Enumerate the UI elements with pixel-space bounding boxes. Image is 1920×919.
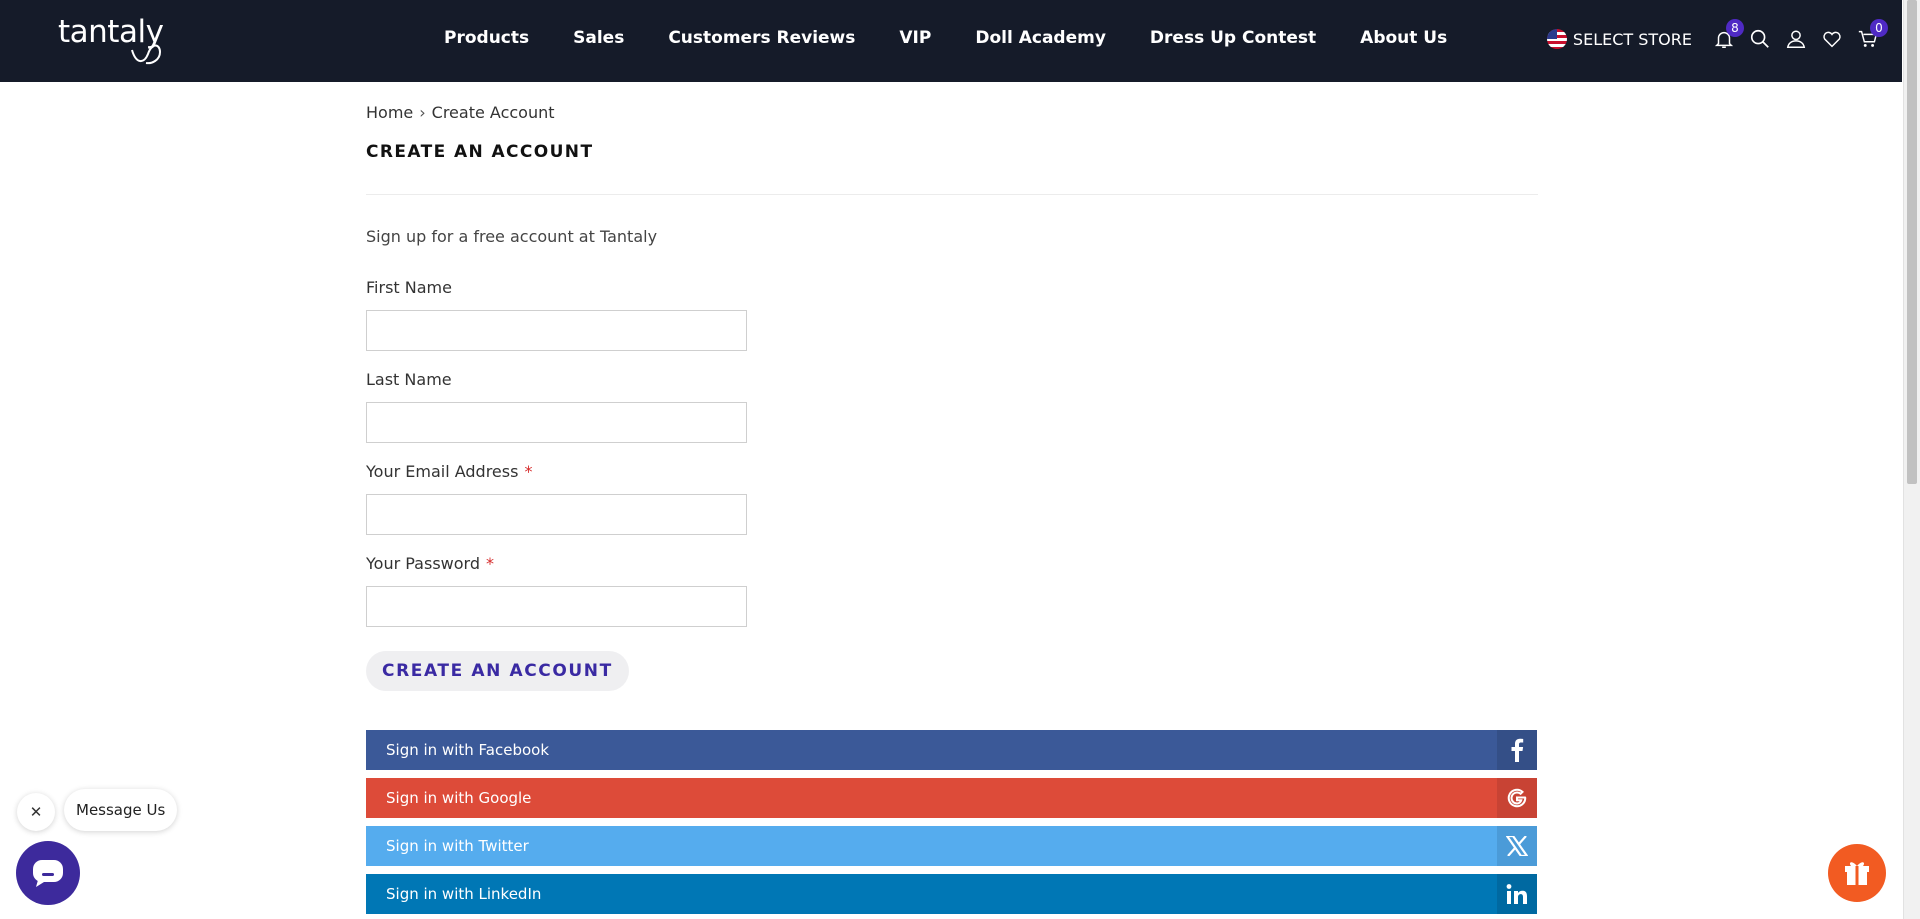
nav-sales[interactable]: Sales	[573, 28, 624, 48]
nav-customers-reviews[interactable]: Customers Reviews	[668, 28, 855, 48]
search-button[interactable]	[1748, 27, 1772, 51]
email-label: Your Email Address *	[366, 462, 533, 481]
notifications-badge: 8	[1726, 19, 1744, 37]
breadcrumb-current: Create Account	[431, 103, 555, 122]
logo-swirl-icon	[131, 44, 162, 65]
linkedin-icon	[1497, 874, 1537, 914]
main-nav: Products Sales Customers Reviews VIP Dol…	[444, 0, 1491, 76]
site-header: tantaly Products Sales Customers Reviews…	[0, 0, 1902, 82]
account-button[interactable]	[1784, 27, 1808, 51]
wishlist-button[interactable]	[1820, 27, 1844, 51]
select-store-button[interactable]: SELECT STORE	[1546, 29, 1692, 49]
scrollbar-thumb[interactable]	[1907, 0, 1917, 484]
nav-dress-up-contest[interactable]: Dress Up Contest	[1150, 28, 1316, 48]
nav-doll-academy[interactable]: Doll Academy	[975, 28, 1106, 48]
facebook-icon	[1497, 730, 1537, 770]
message-us-label: Message Us	[76, 801, 166, 819]
brand-logo[interactable]: tantaly	[58, 14, 164, 65]
nav-products[interactable]: Products	[444, 28, 529, 48]
linkedin-signin-label: Sign in with LinkedIn	[386, 885, 542, 903]
chat-icon	[33, 860, 63, 887]
last-name-input[interactable]	[366, 402, 747, 443]
select-store-label: SELECT STORE	[1572, 29, 1692, 49]
heart-icon	[1823, 31, 1841, 48]
cart-count-badge: 0	[1870, 19, 1888, 37]
first-name-group: First Name	[366, 278, 748, 351]
required-mark: *	[485, 554, 494, 573]
search-icon	[1750, 29, 1769, 48]
google-signin-button[interactable]: Sign in with Google	[366, 778, 1537, 818]
close-icon: ✕	[29, 803, 43, 821]
facebook-signin-label: Sign in with Facebook	[386, 741, 550, 759]
us-flag-icon	[1546, 29, 1567, 49]
notifications-button[interactable]: 8	[1712, 19, 1744, 51]
linkedin-signin-button[interactable]: Sign in with LinkedIn	[366, 874, 1537, 914]
breadcrumb-home[interactable]: Home	[366, 103, 413, 122]
first-name-label: First Name	[366, 278, 452, 297]
email-input[interactable]	[366, 494, 747, 535]
chat-close-button[interactable]: ✕	[17, 793, 55, 831]
password-label: Your Password *	[366, 554, 494, 573]
gift-icon	[1845, 862, 1869, 885]
breadcrumb: Home › Create Account	[366, 103, 555, 122]
chat-launcher-button[interactable]	[16, 841, 80, 905]
password-group: Your Password *	[366, 554, 748, 627]
user-icon	[1786, 30, 1806, 48]
email-group: Your Email Address *	[366, 462, 748, 535]
password-input[interactable]	[366, 586, 747, 627]
last-name-label: Last Name	[366, 370, 452, 389]
google-icon	[1497, 778, 1537, 818]
last-name-group: Last Name	[366, 370, 748, 443]
page-title: CREATE AN ACCOUNT	[366, 142, 594, 162]
google-signin-label: Sign in with Google	[386, 789, 532, 807]
create-account-button[interactable]: CREATE AN ACCOUNT	[366, 651, 629, 691]
header-actions: SELECT STORE 8 0	[1546, 0, 1888, 78]
divider	[366, 194, 1538, 195]
required-mark: *	[524, 462, 533, 481]
nav-about-us[interactable]: About Us	[1360, 28, 1447, 48]
signup-intro: Sign up for a free account at Tantaly	[366, 227, 658, 246]
twitter-signin-button[interactable]: Sign in with Twitter	[366, 826, 1537, 866]
message-us-bubble[interactable]: Message Us	[64, 789, 178, 831]
chevron-right-icon: ›	[419, 103, 426, 122]
cart-button[interactable]: 0	[1856, 19, 1888, 51]
facebook-signin-button[interactable]: Sign in with Facebook	[366, 730, 1537, 770]
x-icon	[1497, 826, 1537, 866]
first-name-input[interactable]	[366, 310, 747, 351]
page-scrollbar[interactable]	[1903, 0, 1920, 919]
twitter-signin-label: Sign in with Twitter	[386, 837, 529, 855]
nav-vip[interactable]: VIP	[899, 28, 931, 48]
rewards-gift-button[interactable]	[1828, 844, 1886, 902]
